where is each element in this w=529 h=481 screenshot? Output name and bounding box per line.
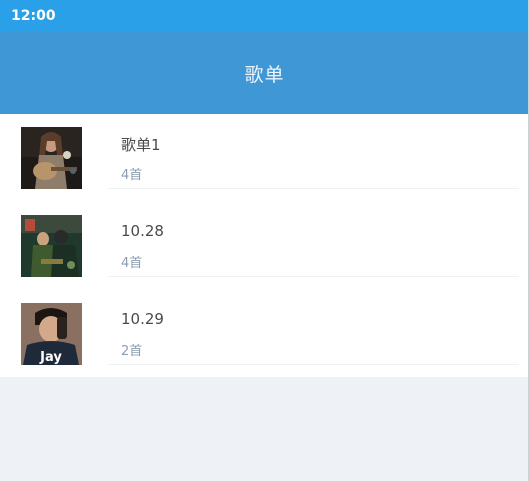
cover-logo-text: Jay (39, 350, 62, 365)
playlist-cover-image (21, 215, 82, 277)
app-bar: 歌单 (0, 32, 529, 114)
row-divider (108, 364, 519, 365)
playlist-name: 10.29 (121, 310, 164, 328)
playlist-item[interactable]: Jay 10.29 2首 (0, 290, 529, 378)
playlist-item[interactable]: 10.28 4首 (0, 202, 529, 290)
playlist-list: 歌单1 4首 10.28 4首 Jay 10.29 2首 (0, 114, 529, 377)
empty-background-area (0, 377, 529, 481)
row-divider (108, 276, 519, 277)
playlist-cover-image (21, 127, 82, 189)
playlist-cover-image: Jay (21, 303, 82, 365)
playlist-song-count: 4首 (121, 168, 143, 183)
status-time: 12:00 (11, 8, 56, 24)
playlist-item[interactable]: 歌单1 4首 (0, 114, 529, 202)
phone-screen: 12:00 歌单 歌单1 4首 10.28 4首 Jay 10.29 2首 (0, 0, 529, 481)
playlist-song-count: 2首 (121, 344, 143, 359)
row-divider (108, 188, 519, 189)
playlist-song-count: 4首 (121, 256, 143, 271)
page-title: 歌单 (244, 63, 285, 86)
playlist-name: 歌单1 (121, 136, 161, 154)
playlist-name: 10.28 (121, 222, 164, 240)
status-bar: 12:00 (0, 0, 529, 32)
